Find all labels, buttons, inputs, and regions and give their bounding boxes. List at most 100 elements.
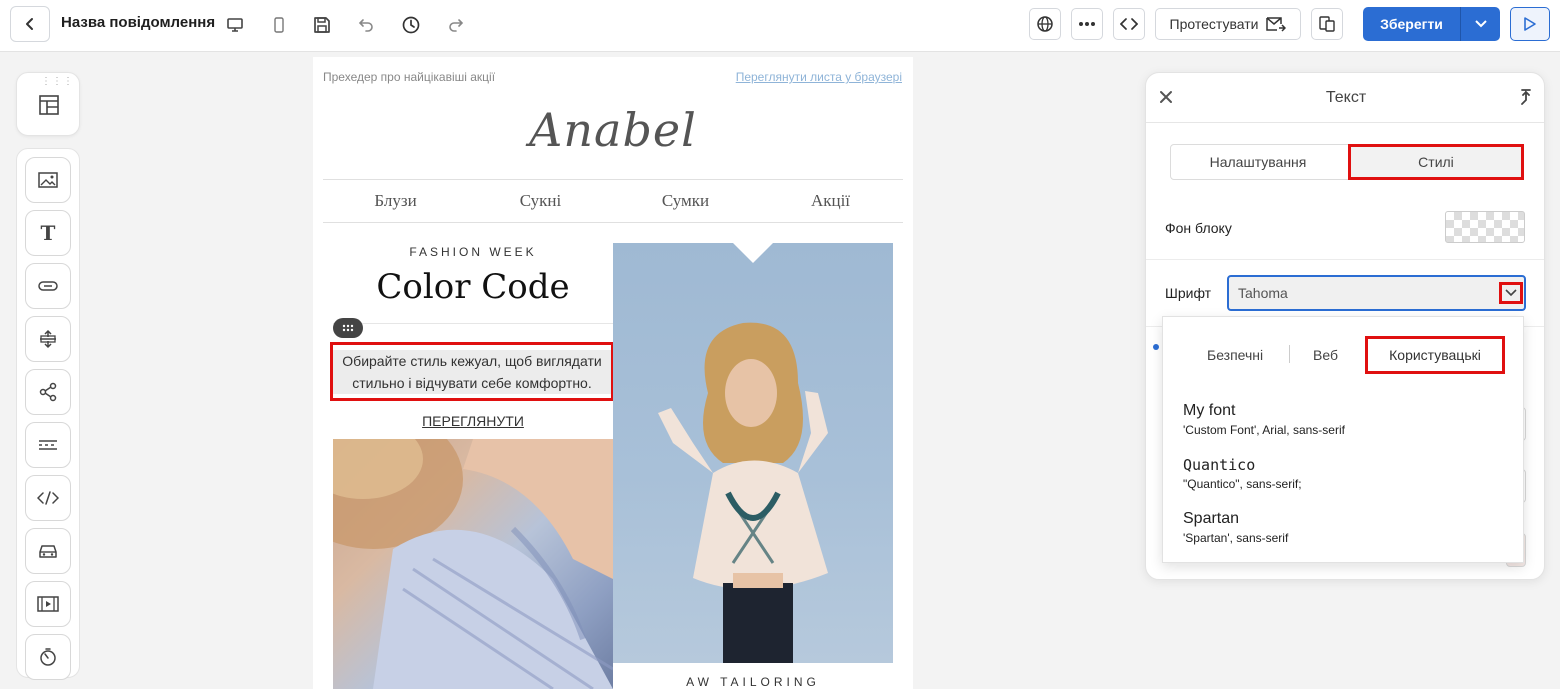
font-option[interactable]: My font 'Custom Font', Arial, sans-serif — [1183, 402, 1345, 437]
image-block-button[interactable] — [25, 157, 71, 203]
headline[interactable]: Color Code — [333, 267, 613, 307]
clock-icon — [402, 16, 420, 34]
more-button[interactable] — [1071, 8, 1103, 40]
panel-tabs: Налаштування Стилі — [1170, 144, 1525, 180]
chevron-down-icon — [1474, 20, 1487, 28]
font-option-stack: "Quantico", sans-serif; — [1183, 477, 1302, 491]
body-text[interactable]: Обирайте стиль кежуал, щоб виглядати сти… — [333, 349, 611, 394]
font-tab-web[interactable]: Веб — [1313, 347, 1338, 363]
code-view-button[interactable] — [1113, 8, 1145, 40]
code-slash-icon — [37, 491, 59, 505]
globe-icon — [1037, 16, 1053, 32]
block-background-swatch[interactable] — [1445, 211, 1525, 243]
back-button[interactable] — [10, 6, 50, 42]
font-select-value: Tahoma — [1238, 285, 1288, 301]
fashion-week-label[interactable]: FASHION WEEK — [333, 245, 613, 259]
code-icon — [1120, 18, 1138, 30]
drag-handle-icon[interactable]: ⋮⋮⋮ — [41, 77, 74, 87]
product-photo-shirt[interactable] — [333, 439, 613, 689]
timer-block-button[interactable] — [25, 634, 71, 680]
car-icon — [39, 545, 57, 558]
font-option[interactable]: Quantico "Quantico", sans-serif; — [1183, 456, 1302, 491]
button-icon — [38, 281, 58, 291]
preheader-text[interactable]: Прехедер про найцікавіші акції — [323, 70, 495, 84]
menu-block-button[interactable] — [25, 528, 71, 574]
undo-button[interactable] — [352, 11, 380, 39]
message-title[interactable]: Назва повідомлення — [61, 14, 215, 31]
panel-header: Текст — [1146, 73, 1544, 123]
divider — [1146, 259, 1544, 260]
spacer-block-button[interactable] — [25, 316, 71, 362]
save-button[interactable]: Зберегти — [1363, 7, 1461, 41]
nav-item-dresses[interactable]: Сукні — [468, 180, 613, 222]
save-icon-button[interactable] — [308, 11, 336, 39]
nav-item-blouses[interactable]: Блузи — [323, 180, 468, 222]
save-options-button[interactable] — [1461, 7, 1500, 41]
desktop-view-button[interactable] — [221, 11, 249, 39]
history-button[interactable] — [397, 11, 425, 39]
chevron-down-icon — [1505, 289, 1517, 297]
font-tab-safe[interactable]: Безпечні — [1207, 347, 1263, 363]
text-block-button[interactable]: T — [25, 210, 71, 256]
nav-item-sales[interactable]: Акції — [758, 180, 903, 222]
test-button[interactable]: Протестувати — [1155, 8, 1301, 40]
mail-send-icon — [1266, 17, 1287, 32]
tab-settings[interactable]: Налаштування — [1171, 145, 1345, 179]
aw-tailoring-label[interactable]: AW TAILORING — [613, 675, 893, 689]
cta-link[interactable]: ПЕРЕГЛЯНУТИ — [333, 413, 613, 429]
image-icon — [38, 172, 58, 188]
grip-dots-icon — [342, 324, 354, 332]
save-button-group: Зберегти — [1363, 7, 1500, 41]
desktop-icon — [227, 18, 243, 32]
font-select-toggle[interactable] — [1499, 282, 1523, 304]
mobile-view-button[interactable] — [265, 11, 293, 39]
text-t-icon: T — [40, 221, 56, 245]
top-bar: Назва повідомлення Протестувати Зберегти — [0, 0, 1560, 52]
button-block-button[interactable] — [25, 263, 71, 309]
chevron-left-icon — [26, 18, 33, 30]
panel-title: Текст — [1325, 89, 1367, 106]
row-marker — [1153, 344, 1159, 350]
language-button[interactable] — [1029, 8, 1061, 40]
font-option[interactable]: Spartan 'Spartan', sans-serif — [1183, 510, 1288, 545]
font-option-stack: 'Spartan', sans-serif — [1183, 531, 1289, 545]
copy-button[interactable] — [1311, 8, 1343, 40]
divider-icon — [39, 440, 57, 450]
mobile-icon — [274, 17, 284, 33]
social-block-button[interactable] — [25, 369, 71, 415]
font-tab-custom[interactable]: Користувацькі — [1365, 336, 1505, 374]
font-dropdown: Безпечні Веб Користувацькі My font 'Cust… — [1162, 316, 1524, 563]
font-select[interactable]: Tahoma — [1227, 275, 1526, 311]
nav-item-bags[interactable]: Сумки — [613, 180, 758, 222]
redo-button[interactable] — [442, 11, 470, 39]
font-option-name: Spartan — [1183, 510, 1240, 527]
view-in-browser-link[interactable]: Переглянути листа у браузері — [736, 70, 902, 84]
tab-styles[interactable]: Стилі — [1347, 144, 1525, 180]
structure-block-tile[interactable]: ⋮⋮⋮ — [16, 72, 80, 136]
product-photo-woman[interactable] — [613, 243, 893, 663]
layout-icon — [39, 95, 59, 115]
divider-block-button[interactable] — [25, 422, 71, 468]
tab-separator — [1289, 345, 1290, 363]
email-canvas: Прехедер про найцікавіші акції Перегляну… — [313, 57, 913, 689]
selected-text-block[interactable]: Обирайте стиль кежуал, щоб виглядати сти… — [330, 342, 614, 401]
more-horizontal-icon — [1079, 22, 1095, 26]
preview-button[interactable] — [1510, 7, 1550, 41]
share-icon — [39, 382, 57, 402]
brand-logo[interactable]: Anabel — [313, 103, 913, 157]
timer-icon — [40, 648, 56, 666]
block-drag-handle[interactable] — [333, 318, 363, 338]
floppy-icon — [314, 17, 330, 33]
copy-mobile-icon — [1319, 16, 1335, 32]
redo-icon — [449, 19, 464, 32]
block-background-label: Фон блоку — [1165, 220, 1232, 236]
divider — [333, 323, 613, 324]
font-option-name: My font — [1183, 402, 1236, 419]
undo-icon — [358, 19, 373, 32]
font-label: Шрифт — [1165, 285, 1212, 301]
video-icon — [37, 596, 59, 612]
woman-photo-illustration — [658, 243, 828, 663]
video-block-button[interactable] — [25, 581, 71, 627]
pin-icon[interactable] — [1516, 87, 1536, 107]
html-block-button[interactable] — [25, 475, 71, 521]
